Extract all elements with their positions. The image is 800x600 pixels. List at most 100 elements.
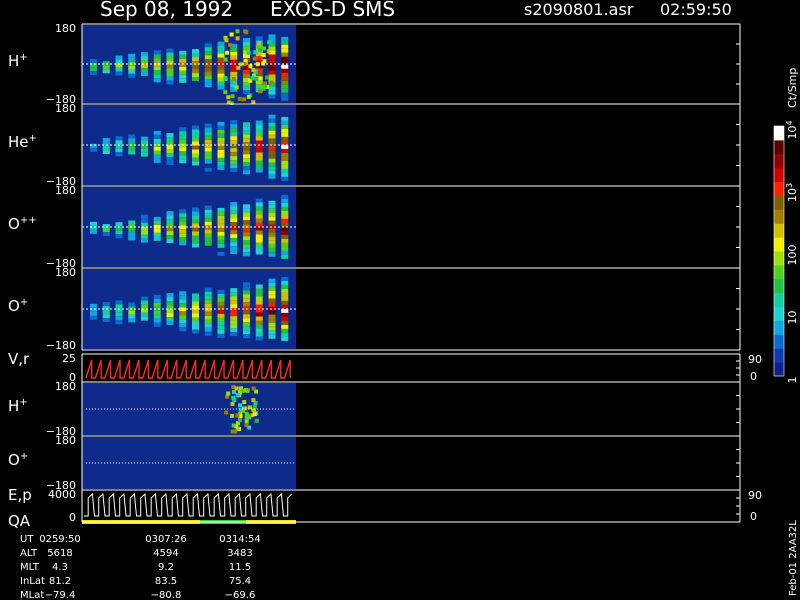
heatmap-cell — [261, 46, 266, 51]
heatmap-cell — [153, 74, 161, 79]
heatmap-cell — [230, 156, 238, 161]
panel-vr-label: V,r — [8, 350, 30, 368]
heatmap-cell — [281, 84, 289, 89]
heatmap-cell — [223, 57, 228, 62]
heatmap-cell — [230, 94, 235, 99]
colorbar-swatch — [774, 278, 784, 294]
heatmap-cell — [248, 64, 253, 69]
heatmap-cell — [266, 49, 271, 54]
heatmap-cell — [166, 68, 174, 73]
heatmap-cell — [268, 54, 276, 59]
heatmap-cell — [230, 136, 238, 141]
heatmap-cell — [243, 70, 251, 75]
colorbar-swatch — [774, 237, 784, 252]
heatmap-cell — [166, 145, 174, 150]
panel-o-plus-2-ytop: 180 — [55, 434, 76, 447]
colorbar-tick-label: 10 — [786, 311, 799, 325]
heatmap-cell — [268, 310, 276, 315]
heatmap-cell — [226, 391, 231, 396]
heatmap-cell — [243, 314, 251, 319]
heatmap-cell — [243, 232, 251, 237]
heatmap-cell — [230, 71, 238, 76]
heatmap-cell — [141, 230, 149, 235]
heatmap-cell — [141, 218, 149, 223]
heatmap-cell — [281, 76, 289, 81]
heatmap-cell — [268, 70, 276, 75]
heatmap-cell — [268, 278, 276, 283]
heatmap-cell — [192, 207, 200, 212]
heatmap-cell — [204, 147, 212, 152]
heatmap-cell — [268, 126, 276, 131]
heatmap-cell — [244, 30, 249, 35]
heatmap-cell — [166, 72, 174, 77]
heatmap-cell — [204, 217, 212, 222]
heatmap-cell — [268, 228, 276, 233]
heatmap-cell — [255, 320, 263, 325]
table-cell: 75.4 — [229, 576, 251, 587]
heatmap-cell — [281, 234, 289, 239]
heatmap-cell — [90, 143, 98, 148]
heatmap-cell — [281, 214, 289, 219]
heatmap-cell — [243, 208, 251, 213]
heatmap-cell — [255, 222, 263, 227]
heatmap-cell — [204, 75, 212, 80]
heatmap-cell — [281, 308, 289, 313]
heatmap-cell — [281, 68, 289, 73]
heatmap-cell — [281, 198, 289, 203]
heatmap-cell — [166, 317, 174, 322]
heatmap-cell — [217, 165, 225, 170]
heatmap-cell — [281, 238, 289, 243]
heatmap-cell — [192, 293, 200, 298]
heatmap-cell — [268, 62, 276, 67]
table-cell: 0259:50 — [39, 534, 81, 545]
heatmap-cell — [268, 158, 276, 163]
heatmap-cell — [115, 55, 123, 60]
heatmap-cell — [179, 147, 187, 152]
heatmap-cell — [217, 309, 225, 314]
heatmap-cell — [229, 32, 234, 37]
heatmap-cell — [166, 80, 174, 85]
heatmap-cell — [179, 299, 187, 304]
heatmap-cell — [217, 211, 225, 216]
heatmap-cell — [230, 242, 238, 247]
table-cell: 4594 — [153, 548, 178, 559]
heatmap-cell — [102, 138, 110, 143]
heatmap-cell — [243, 146, 251, 151]
heatmap-cell — [237, 403, 242, 408]
heatmap-cell — [255, 198, 263, 203]
heatmap-cell — [243, 330, 251, 335]
heatmap-cell — [128, 134, 136, 139]
heatmap-cell — [217, 333, 225, 338]
colorbar-swatch — [774, 153, 784, 169]
heatmap-cell — [204, 213, 212, 218]
heatmap-cell — [230, 55, 238, 60]
heatmap-cell — [268, 162, 276, 167]
heatmap-cell — [179, 241, 187, 246]
heatmap-cell — [281, 44, 289, 49]
heatmap-cell — [255, 218, 263, 223]
heatmap-cell — [153, 78, 161, 83]
heatmap-cell — [281, 176, 289, 181]
heatmap-cell — [230, 124, 238, 129]
heatmap-cell — [166, 76, 174, 81]
heatmap-cell — [258, 89, 263, 94]
heatmap-cell — [281, 312, 289, 317]
heatmap-cell — [192, 69, 200, 74]
heatmap-cell — [204, 295, 212, 300]
heatmap-cell — [217, 313, 225, 318]
heatmap-cell — [90, 307, 98, 312]
heatmap-cell — [115, 222, 123, 227]
heatmap-cell — [153, 314, 161, 319]
heatmap-cell — [217, 145, 225, 150]
panel-o-plus-ytop: 180 — [55, 266, 76, 279]
heatmap-cell — [243, 42, 251, 47]
heatmap-cell — [281, 288, 289, 293]
heatmap-cell — [281, 172, 289, 177]
heatmap-cell — [255, 140, 263, 145]
heatmap-cell — [217, 321, 225, 326]
heatmap-cell — [255, 156, 263, 161]
panel-h-plus-label-sup: + — [19, 52, 27, 63]
heatmap-cell — [204, 225, 212, 230]
heatmap-cell — [281, 52, 289, 57]
heatmap-cell — [281, 210, 289, 215]
